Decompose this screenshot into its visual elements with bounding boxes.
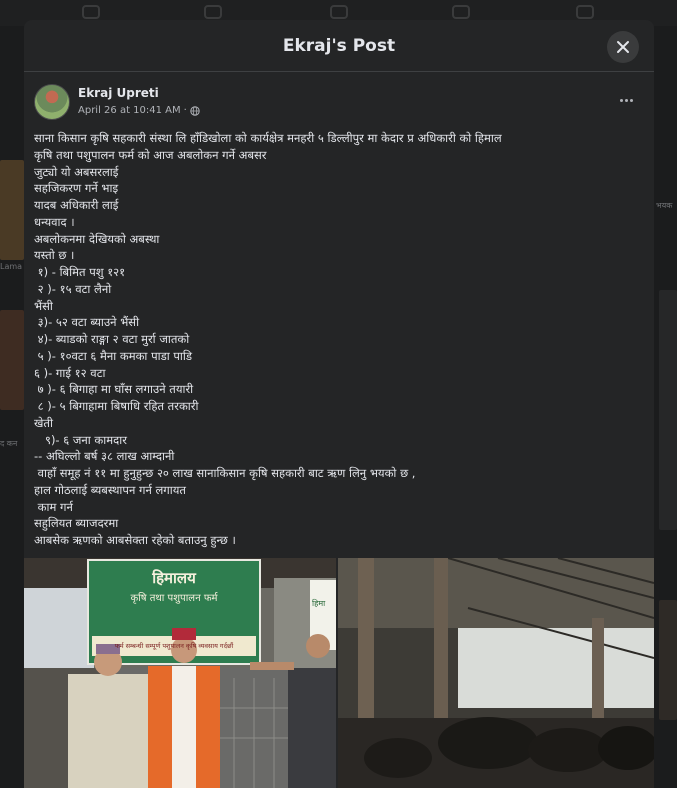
post-text-line: ८ )- ५ बिगाहामा बिषाधि रहित तरकारी xyxy=(34,399,199,413)
post-photos: हिमालय कृषि तथा पशुपालन फर्म फर्म सम्बन्… xyxy=(24,558,654,788)
post-text-line: ५ )- १०वटा ६ मैना कमका पाडा पाडि xyxy=(34,348,193,363)
post-text-line: १) - बिमित पशु १२१ xyxy=(34,265,126,279)
post-text-line: २ )- १५ वटा लैनो xyxy=(34,281,112,296)
close-button[interactable] xyxy=(607,31,639,63)
globe-icon xyxy=(190,105,200,116)
cattle-shed-photo[interactable] xyxy=(338,558,654,788)
post-text-line: भैंसी xyxy=(34,298,53,313)
post-text-line: वाहाँ समूह नं ११ मा हुनुहुन्छ २० लाख सान… xyxy=(34,466,416,480)
background-left-label-2: द कन xyxy=(0,439,18,448)
background-right-column xyxy=(655,190,677,750)
more-options-button[interactable] xyxy=(616,90,636,110)
side-sign: हिमा xyxy=(312,599,326,608)
post-text-line: धन्यवाद । xyxy=(34,214,75,229)
post-text-line: यस्तो छ । xyxy=(34,248,75,263)
post-text-line: अबलोकनमा देखियको अबस्था xyxy=(34,231,160,246)
post-date[interactable]: April 26 at 10:41 AM xyxy=(78,105,181,116)
post-meta: April 26 at 10:41 AM · xyxy=(78,105,200,116)
post-text-line: खेती xyxy=(34,415,53,430)
post-text-line: हाल गोठलाई ब्यबस्थापन गर्न लगायत xyxy=(34,482,186,497)
post-text-line: काम गर्न xyxy=(34,499,73,514)
sign-title: हिमालय xyxy=(152,569,196,587)
groups-icon xyxy=(452,5,470,19)
home-icon xyxy=(82,5,100,19)
post-text-line: ४)- ब्याडको राङ्गा २ वटा मुर्रा जातको xyxy=(34,332,190,346)
sign-tagline: फर्म सम्बन्धी सम्पूर्ण पशुपालन कृषि व्यव… xyxy=(114,642,234,650)
post-modal: Ekraj's Post Ekraj Upreti April 26 at 10… xyxy=(24,20,654,788)
more-dot-icon xyxy=(624,98,628,102)
meta-separator: · xyxy=(183,105,187,116)
post-text-line: साना किसान कृषि सहकारी संस्था लि हाँडिखो… xyxy=(34,131,502,145)
sign-subtitle: कृषि तथा पशुपालन फर्म xyxy=(130,593,218,604)
modal-title: Ekraj's Post xyxy=(282,35,396,56)
post-text-line: ३)- ५२ वटा ब्याउने भैंसी xyxy=(34,315,140,330)
post-text-line: जुट्यो यो अबसरलाई xyxy=(34,164,119,179)
background-left-label: Lama xyxy=(0,262,23,271)
modal-header: Ekraj's Post xyxy=(24,20,654,72)
author-name[interactable]: Ekraj Upreti xyxy=(78,86,159,100)
gaming-icon xyxy=(576,5,594,19)
more-dot-icon xyxy=(629,98,633,102)
post-text: साना किसान कृषि सहकारी संस्था लि हाँडिखो… xyxy=(24,130,654,549)
background-left-column xyxy=(0,120,24,450)
post-header: Ekraj Upreti April 26 at 10:41 AM · xyxy=(24,84,654,132)
post-text-line: -- अघिल्लो बर्ष ३८ लाख आम्दानी xyxy=(34,449,175,464)
post-text-line: ७ )- ६ बिगाहा मा घाँस लगाउने तयारी xyxy=(34,382,194,397)
close-icon xyxy=(617,41,629,53)
post-text-line: यादब अधिकारी लाई xyxy=(34,198,119,212)
post-text-line: आबसेक ऋणको आबसेक्ता रहेको बताउनु हुन्छ । xyxy=(34,533,236,547)
avatar[interactable] xyxy=(34,84,70,120)
marketplace-icon xyxy=(330,5,348,19)
post-text-line: सहजिकरण गर्ने भाइ xyxy=(34,181,119,196)
post-text-line: कृषि तथा पशुपालन फर्म को आज अबलोकन गर्ने… xyxy=(34,147,267,162)
post-text-line: ९)- ६ जना कामदार xyxy=(34,432,127,447)
post-text-line: ६ )- गाई १२ वटा xyxy=(34,365,106,380)
post-text-line: सहुलियत ब्याजदरमा xyxy=(34,516,119,531)
farm-visit-photo[interactable]: हिमालय कृषि तथा पशुपालन फर्म फर्म सम्बन्… xyxy=(24,558,336,788)
more-dot-icon xyxy=(619,98,623,102)
video-icon xyxy=(204,5,222,19)
